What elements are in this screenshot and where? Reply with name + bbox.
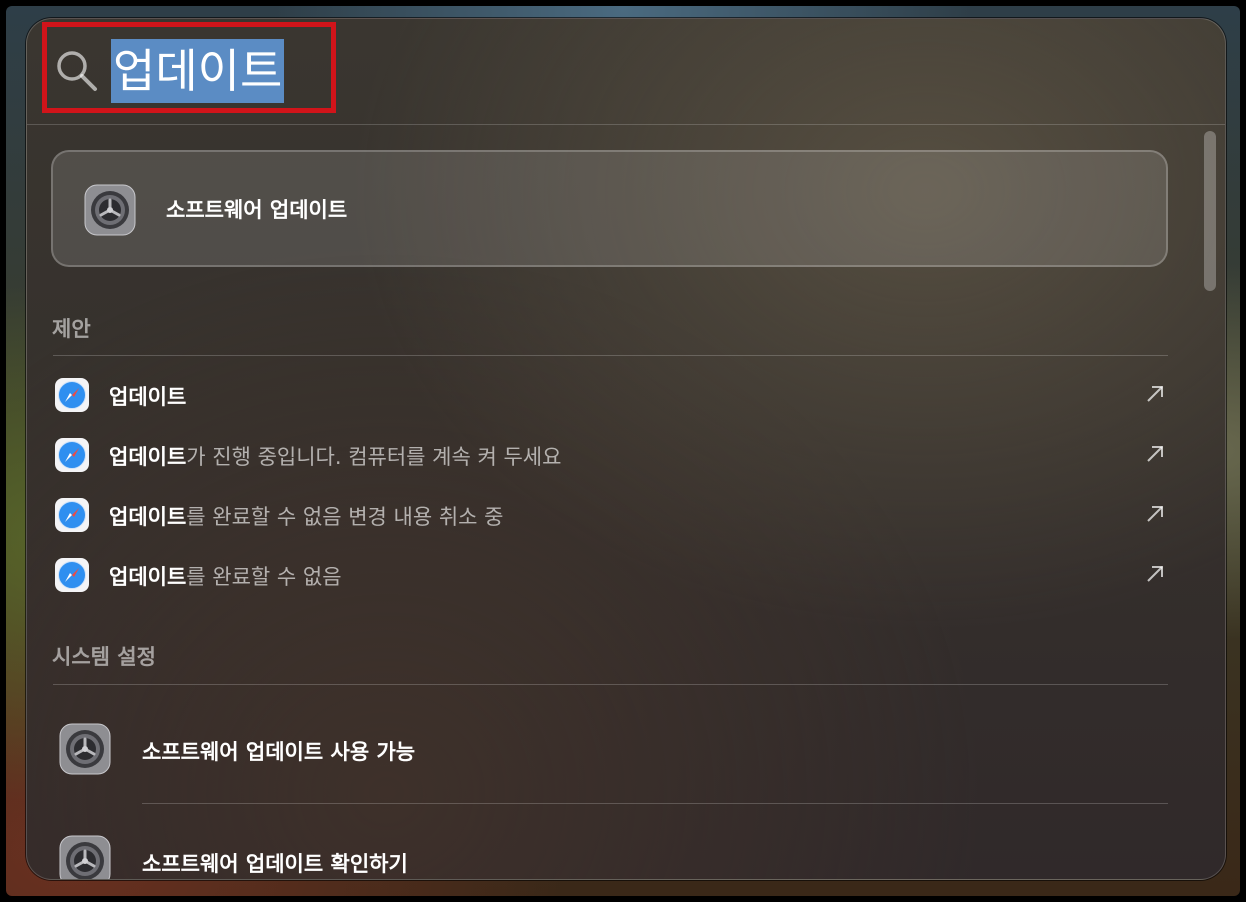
system-settings-gear-icon — [84, 184, 136, 236]
system-settings-item[interactable]: 소프트웨어 업데이트 사용 가능 — [51, 723, 1168, 803]
open-arrow-icon[interactable] — [1144, 563, 1166, 585]
safari-icon — [55, 558, 89, 592]
system-settings-gear-icon — [59, 835, 111, 879]
safari-icon — [55, 378, 89, 412]
open-arrow-icon[interactable] — [1144, 503, 1166, 525]
section-divider — [53, 355, 1168, 356]
suggestion-text: 업데이트를 완료할 수 없음 변경 내용 취소 중 — [109, 505, 504, 529]
system-settings-item[interactable]: 소프트웨어 업데이트 확인하기 — [51, 835, 1168, 879]
top-hit-result[interactable]: 소프트웨어 업데이트 — [51, 150, 1168, 267]
open-arrow-icon[interactable] — [1144, 383, 1166, 405]
suggestion-item[interactable]: 업데이트를 완료할 수 없음 — [51, 549, 1168, 601]
section-divider — [53, 684, 1168, 685]
spotlight-panel: 업데이트 소프트웨어 업데이트 제안 업데이트 업데이트가 진행 중입니다. 컴… — [26, 18, 1226, 880]
suggestion-text: 업데이트를 완료할 수 없음 — [109, 565, 342, 589]
top-hit-title: 소프트웨어 업데이트 — [166, 198, 348, 222]
search-divider — [27, 124, 1225, 125]
system-settings-item-title: 소프트웨어 업데이트 확인하기 — [142, 852, 408, 876]
suggestion-item[interactable]: 업데이트가 진행 중입니다. 컴퓨터를 계속 켜 두세요 — [51, 429, 1168, 481]
highlight-annotation-box — [42, 22, 336, 113]
system-settings-item-title: 소프트웨어 업데이트 사용 가능 — [142, 740, 416, 764]
safari-icon — [55, 498, 89, 532]
row-divider — [142, 803, 1168, 804]
suggestion-item[interactable]: 업데이트를 완료할 수 없음 변경 내용 취소 중 — [51, 489, 1168, 541]
suggestion-item[interactable]: 업데이트 — [51, 369, 1168, 421]
section-header-system-settings: 시스템 설정 — [52, 645, 156, 669]
suggestion-text: 업데이트 — [109, 385, 187, 409]
system-settings-gear-icon — [59, 723, 111, 775]
safari-icon — [55, 438, 89, 472]
open-arrow-icon[interactable] — [1144, 443, 1166, 465]
scrollbar[interactable] — [1204, 131, 1216, 291]
suggestion-text: 업데이트가 진행 중입니다. 컴퓨터를 계속 켜 두세요 — [109, 445, 562, 469]
section-header-suggestions: 제안 — [52, 317, 91, 341]
